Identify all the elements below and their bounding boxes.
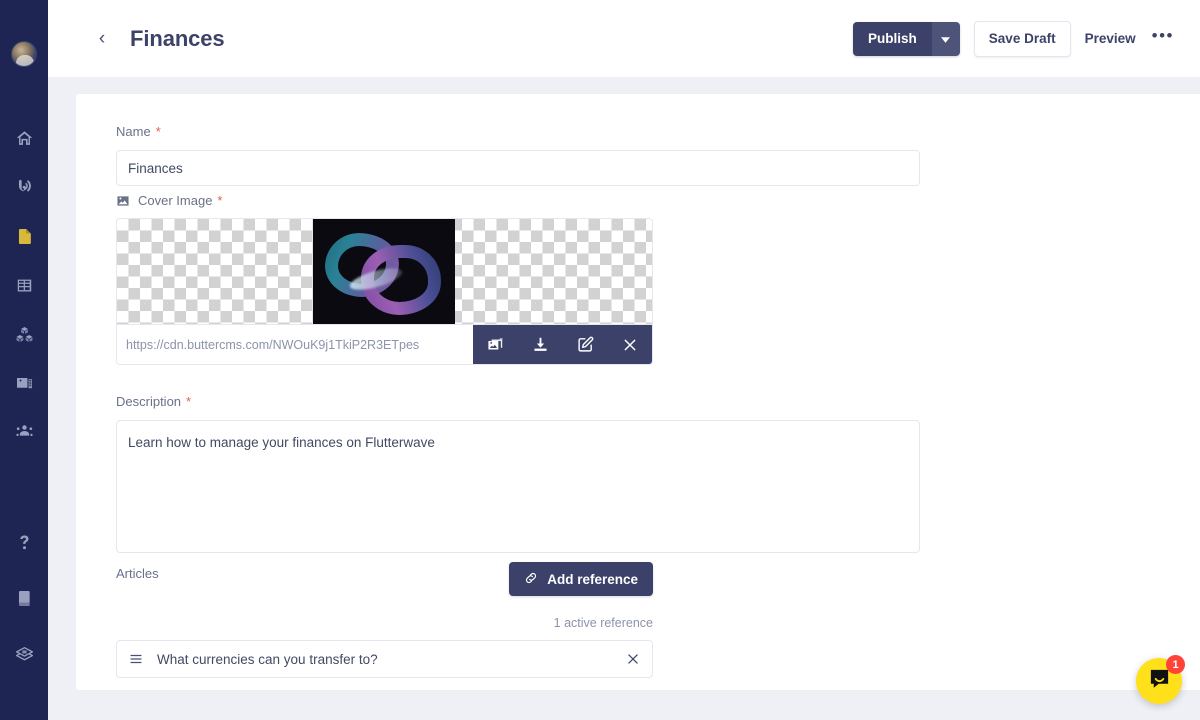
articles-label: Articles	[116, 566, 159, 581]
name-label: Name *	[116, 124, 920, 139]
name-field-group: Name *	[116, 124, 920, 186]
required-asterisk: *	[155, 124, 161, 139]
name-input[interactable]	[116, 150, 920, 186]
avatar[interactable]	[11, 41, 37, 67]
required-asterisk: *	[186, 394, 192, 409]
image-library-icon[interactable]	[487, 336, 504, 353]
sidebar-item-media[interactable]	[0, 359, 48, 408]
articles-field-group: Articles Add reference 1 active referenc…	[116, 562, 653, 678]
book-icon	[15, 589, 34, 608]
cover-image-thumbnail	[313, 219, 455, 324]
header-actions: Publish Save Draft Preview •••	[853, 20, 1174, 57]
close-icon[interactable]	[622, 337, 638, 353]
cover-image-toolbar	[473, 325, 652, 364]
list-item[interactable]: What currencies can you transfer to?	[116, 640, 653, 678]
description-label-text: Description	[116, 394, 182, 409]
reference-title: What currencies can you transfer to?	[157, 651, 378, 667]
edit-icon[interactable]	[577, 336, 594, 353]
drag-handle-icon[interactable]	[129, 652, 143, 666]
sidebar-item-help[interactable]	[0, 518, 48, 567]
chat-launcher-button[interactable]: 1	[1136, 655, 1185, 704]
save-draft-button[interactable]: Save Draft	[973, 20, 1071, 57]
cover-image-box: https://cdn.buttercms.com/NWOuK9j1TkiP2R…	[116, 218, 653, 365]
cover-image-footer: https://cdn.buttercms.com/NWOuK9j1TkiP2R…	[117, 324, 652, 364]
sidebar-item-docs[interactable]	[0, 574, 48, 623]
home-icon	[15, 129, 34, 148]
page-title: Finances	[130, 25, 225, 51]
sidebar-item-home[interactable]	[0, 114, 48, 163]
description-field-group: Description *	[116, 394, 920, 558]
document-icon	[15, 227, 34, 246]
media-icon	[15, 374, 34, 393]
active-reference-count: 1 active reference	[553, 616, 653, 630]
publish-dropdown-toggle[interactable]	[931, 21, 960, 56]
sidebar-item-blog[interactable]	[0, 163, 48, 212]
cover-image-preview[interactable]	[117, 219, 652, 324]
preview-button[interactable]: Preview	[1085, 31, 1136, 46]
description-label: Description *	[116, 394, 920, 409]
users-icon	[15, 423, 34, 442]
publish-button-group: Publish	[853, 21, 960, 56]
download-icon[interactable]	[532, 336, 549, 353]
cover-image-label: Cover Image *	[116, 193, 653, 208]
more-options-button[interactable]: •••	[1152, 27, 1174, 47]
chat-unread-badge: 1	[1166, 655, 1185, 674]
cover-image-url: https://cdn.buttercms.com/NWOuK9j1TkiP2R…	[126, 337, 420, 352]
sidebar-item-components[interactable]	[0, 310, 48, 359]
cover-image-field-group: Cover Image * https://cdn.buttercms.com/…	[116, 193, 653, 365]
layers-icon	[14, 644, 35, 665]
sidebar-item-collections[interactable]	[0, 261, 48, 310]
question-mark-icon	[15, 533, 34, 552]
blocks-icon	[15, 325, 34, 344]
remove-reference-icon[interactable]	[626, 652, 640, 666]
articles-header-row: Articles Add reference	[116, 562, 653, 602]
sidebar-item-stack[interactable]	[0, 630, 48, 679]
entry-form-card: Name * Cover Image *	[76, 94, 1200, 690]
picture-icon	[116, 194, 130, 208]
table-icon	[15, 276, 34, 295]
content-area: Name * Cover Image *	[48, 77, 1200, 720]
chevron-down-icon	[941, 30, 951, 48]
add-reference-button[interactable]: Add reference	[509, 562, 653, 596]
chat-bubble-icon	[1148, 667, 1171, 695]
link-icon	[524, 571, 538, 588]
sidebar	[0, 0, 48, 720]
description-textarea[interactable]	[116, 420, 920, 553]
page-header: ‹ Finances Publish Save Draft Preview ••…	[48, 0, 1200, 77]
add-reference-label: Add reference	[547, 571, 638, 587]
required-asterisk: *	[217, 193, 223, 208]
broadcast-icon	[15, 178, 34, 197]
publish-button[interactable]: Publish	[853, 21, 932, 56]
sidebar-item-pages[interactable]	[0, 212, 48, 261]
cover-image-label-text: Cover Image	[138, 193, 213, 208]
name-label-text: Name	[116, 124, 151, 139]
sidebar-item-team[interactable]	[0, 408, 48, 457]
back-button[interactable]: ‹	[92, 27, 112, 51]
